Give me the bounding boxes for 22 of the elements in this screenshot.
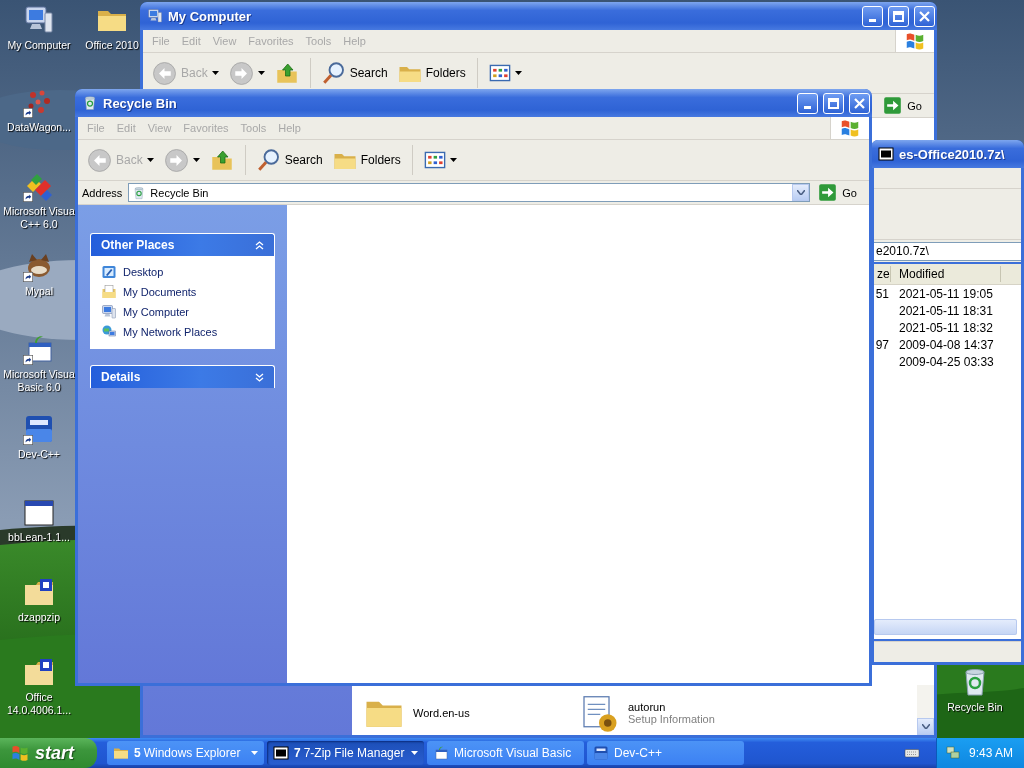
file-name[interactable]: Word.en-us bbox=[413, 707, 470, 719]
start-button[interactable]: start bbox=[0, 738, 97, 768]
file-type: Setup Information bbox=[628, 713, 715, 725]
icon-label[interactable]: bbLean-1.1... bbox=[8, 531, 70, 544]
taskbar-button[interactable]: 7 7-Zip File Manager bbox=[267, 741, 424, 765]
taskbar-button[interactable]: Microsoft Visual Basic bbox=[427, 741, 584, 765]
scroll-down-button[interactable] bbox=[917, 718, 934, 735]
icon-label[interactable]: Recycle Bin bbox=[947, 701, 1003, 714]
windows-flag-icon bbox=[10, 743, 30, 763]
network-icon bbox=[945, 745, 961, 761]
taskbar-button[interactable]: 5 Windows Explorer bbox=[107, 741, 264, 765]
archive-icon bbox=[273, 745, 289, 761]
icon-label[interactable]: Office 14.0.4006.1... bbox=[6, 691, 72, 717]
horizontal-scrollbar[interactable] bbox=[874, 619, 1017, 635]
taskbar-button[interactable]: Dev-C++ bbox=[587, 741, 744, 765]
window-icon bbox=[433, 745, 449, 761]
caret-icon bbox=[921, 724, 930, 729]
vertical-scrollbar[interactable] bbox=[917, 685, 934, 735]
icon-label[interactable]: dzappzip bbox=[18, 611, 60, 624]
file-name[interactable]: autorun bbox=[628, 701, 715, 713]
app-icon bbox=[593, 745, 609, 761]
clock: 9:43 AM bbox=[969, 746, 1014, 760]
